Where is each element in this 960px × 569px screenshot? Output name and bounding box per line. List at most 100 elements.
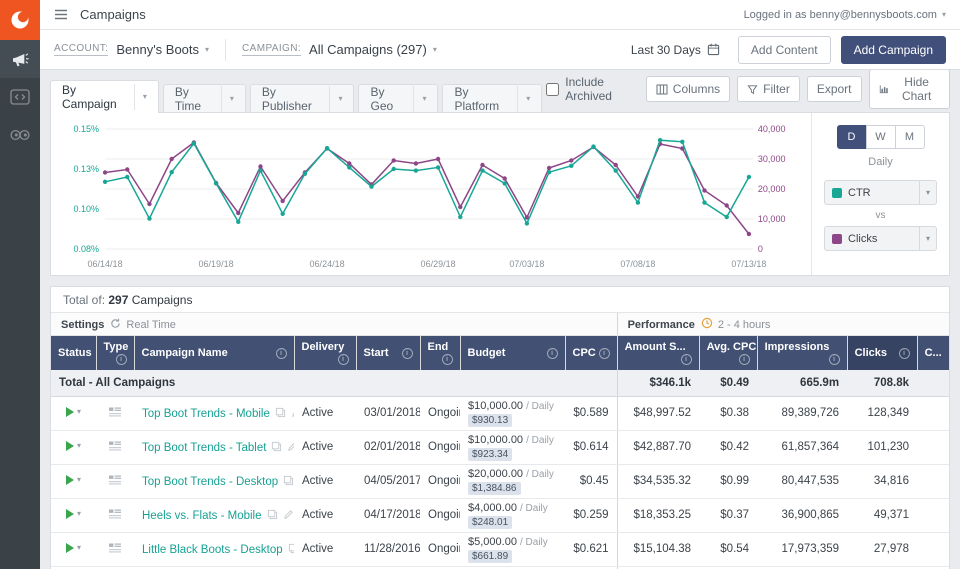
status-toggle[interactable]: ▾ <box>66 509 81 519</box>
svg-text:30,000: 30,000 <box>758 154 786 164</box>
edit-pencil-icon[interactable] <box>291 407 294 418</box>
tab-by-platform[interactable]: By Platform▾ <box>442 84 542 112</box>
edit-pencil-icon[interactable] <box>287 441 294 452</box>
column-header-impressions[interactable]: Impressionsi <box>757 336 847 371</box>
performance-group-header: Performance2 - 4 hours <box>617 313 949 336</box>
granularity-toggle: DWM <box>837 125 925 149</box>
info-icon[interactable]: i <box>442 354 453 365</box>
column-header-clicks[interactable]: Clicksi <box>847 336 917 371</box>
svg-text:07/08/18: 07/08/18 <box>620 259 655 269</box>
export-button[interactable]: Export <box>807 76 862 102</box>
column-header-amount_spent[interactable]: Amount S...i <box>617 336 699 371</box>
info-icon[interactable]: i <box>899 348 910 359</box>
chevron-down-icon: ▾ <box>919 227 936 250</box>
info-icon[interactable]: i <box>739 354 750 365</box>
tab-by-campaign[interactable]: By Campaign▾ <box>50 80 159 112</box>
column-header-budget[interactable]: Budgeti <box>460 336 565 371</box>
sidebar-item-campaigns[interactable] <box>0 40 40 78</box>
campaigns-table: SettingsReal TimePerformance2 - 4 hoursS… <box>51 313 949 569</box>
info-icon[interactable]: i <box>599 348 610 359</box>
copy-icon[interactable] <box>271 441 282 452</box>
include-archived-input[interactable] <box>546 83 559 96</box>
hide-chart-button[interactable]: Hide Chart <box>869 70 950 109</box>
copy-icon[interactable] <box>283 475 294 486</box>
daily-spend-badge: $661.89 <box>468 550 512 563</box>
campaign-name-link[interactable]: Top Boot Trends - Mobile <box>142 408 270 420</box>
info-icon[interactable]: i <box>681 354 692 365</box>
divider <box>225 39 226 61</box>
column-header-name[interactable]: Campaign Namei <box>134 336 294 371</box>
campaign-name-link[interactable]: Top Boot Trends - Tablet <box>142 442 266 454</box>
column-header-cpc[interactable]: CPCi <box>565 336 617 371</box>
daily-spend-badge: $923.34 <box>468 448 512 461</box>
columns-button[interactable]: Columns <box>646 76 730 102</box>
status-toggle[interactable]: ▾ <box>66 407 81 417</box>
menu-icon[interactable] <box>54 9 68 20</box>
info-icon[interactable]: i <box>829 354 840 365</box>
cell-name: Heels vs. Flats - Mobile <box>134 498 294 532</box>
table-row: ▾Top Boot Trends - DesktopActive04/05/20… <box>51 464 949 498</box>
svg-text:0.10%: 0.10% <box>74 204 100 214</box>
campaign-select[interactable]: CAMPAIGN: All Campaigns (297) ▾ <box>242 42 437 57</box>
info-icon[interactable]: i <box>276 348 287 359</box>
svg-text:06/29/18: 06/29/18 <box>421 259 456 269</box>
cell-budget: $5,000.00 / Daily$661.89 <box>460 532 565 566</box>
column-header-status[interactable]: Status <box>51 336 96 371</box>
status-toggle[interactable]: ▾ <box>66 543 81 553</box>
status-toggle[interactable]: ▾ <box>66 475 81 485</box>
account-select[interactable]: ACCOUNT: Benny's Boots ▾ <box>54 42 209 57</box>
user-menu[interactable]: Logged in as benny@bennysboots.com ▾ <box>744 9 946 21</box>
total-amount_spent: $346.1k <box>617 370 699 396</box>
status-toggle[interactable]: ▾ <box>66 441 81 451</box>
table-controls: Include Archived Columns Filter E <box>546 70 950 112</box>
table-row: ▾Top Boot Trends - MobileActive03/01/201… <box>51 396 949 430</box>
tab-by-geo[interactable]: By Geo▾ <box>358 84 438 112</box>
copy-icon[interactable] <box>267 509 278 520</box>
cell-avg_cpc: $0.37 <box>699 498 757 532</box>
column-header-delivery[interactable]: Deliveryi <box>294 336 356 371</box>
line-chart: 40,00030,00020,00010,00000.15%0.13%0.10%… <box>55 117 811 273</box>
granularity-m-button[interactable]: M <box>895 125 925 149</box>
megaphone-icon <box>10 49 30 69</box>
cell-type <box>96 498 134 532</box>
granularity-w-button[interactable]: W <box>866 125 896 149</box>
column-header-extra[interactable]: C... <box>917 336 949 371</box>
primary-metric-select[interactable]: CTR▾ <box>824 180 937 205</box>
campaigns-table-panel: Total of: 297 Campaigns SettingsReal Tim… <box>50 286 950 569</box>
column-header-end[interactable]: Endi <box>420 336 460 371</box>
info-icon[interactable]: i <box>547 348 558 359</box>
info-icon[interactable]: i <box>338 354 349 365</box>
add-campaign-button[interactable]: Add Campaign <box>841 36 946 64</box>
cell-start: 04/17/2018 <box>356 498 420 532</box>
sidebar-item-content[interactable] <box>0 78 40 116</box>
page-title: Campaigns <box>80 7 146 22</box>
date-range-picker[interactable]: Last 30 Days <box>631 43 720 57</box>
secondary-metric-select[interactable]: Clicks▾ <box>824 226 937 251</box>
play-status-icon <box>66 509 74 519</box>
granularity-d-button[interactable]: D <box>837 125 867 149</box>
column-header-start[interactable]: Starti <box>356 336 420 371</box>
column-header-type[interactable]: Typei <box>96 336 134 371</box>
chevron-down-icon: ▾ <box>919 181 936 204</box>
column-header-avg_cpc[interactable]: Avg. CPCi <box>699 336 757 371</box>
tab-by-publisher[interactable]: By Publisher▾ <box>250 84 355 112</box>
info-icon[interactable]: i <box>116 354 127 365</box>
copy-icon[interactable] <box>275 407 286 418</box>
top-bar: Campaigns Logged in as benny@bennysboots… <box>40 0 960 30</box>
filter-button[interactable]: Filter <box>737 76 800 102</box>
app-logo[interactable] <box>0 0 40 40</box>
edit-pencil-icon[interactable] <box>283 509 294 520</box>
campaign-name-link[interactable]: Heels vs. Flats - Mobile <box>142 510 262 522</box>
refresh-icon <box>110 318 121 329</box>
sidebar-item-insights[interactable] <box>0 116 40 154</box>
campaign-name-link[interactable]: Little Black Boots - Desktop <box>142 544 283 556</box>
copy-icon[interactable] <box>288 543 294 554</box>
info-icon[interactable]: i <box>402 348 413 359</box>
daily-spend-badge: $248.01 <box>468 516 512 529</box>
include-archived-checkbox[interactable]: Include Archived <box>546 75 635 103</box>
campaign-name-link[interactable]: Top Boot Trends - Desktop <box>142 476 278 488</box>
tab-by-time[interactable]: By Time▾ <box>163 84 246 112</box>
chevron-down-icon: ▾ <box>77 475 81 484</box>
cell-delivery: Active <box>294 498 356 532</box>
add-content-button[interactable]: Add Content <box>738 36 831 64</box>
